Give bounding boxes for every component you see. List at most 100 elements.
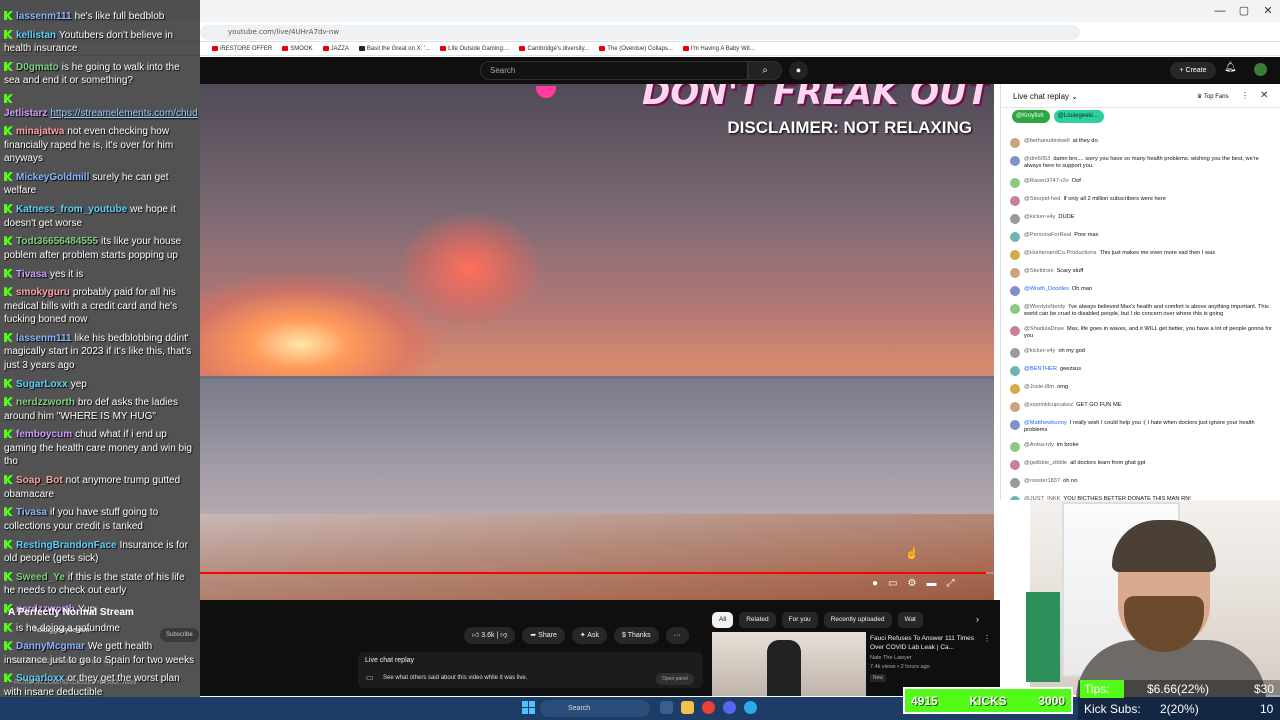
telegram-icon[interactable] [744,701,757,714]
description-snippet[interactable]: PATREON.COM/HOTDIGGEDYDEMO...more [14,680,136,686]
avatar[interactable] [1010,478,1020,488]
live-chat-mode-dropdown[interactable]: Live chat replay ⌄ [1013,92,1078,101]
chat-author[interactable]: @Josie-i8m [1024,384,1054,390]
autoplay-toggle-icon[interactable]: ● [872,578,878,589]
chip-watched[interactable]: Wat [897,612,923,628]
bookmark-item[interactable]: I'm Having A Baby Wit... [682,42,755,55]
chip-all[interactable]: All [712,612,734,628]
chat-message[interactable]: @Anlsa-rdy im broke [1010,438,1272,456]
chat-message[interactable]: @kicker-v4y DUDE [1010,210,1272,228]
chat-message[interactable]: @HuntenandCo.Productions This just makes … [1010,246,1272,264]
chat-message[interactable]: @ShadulaDraw Max, life goes in waves, and… [1010,322,1272,344]
chat-message[interactable]: @Matthewbunny I really wish I could help … [1010,416,1272,438]
chat-message[interactable]: @Josie-i8m omg [1010,380,1272,398]
more-actions-button[interactable]: ··· [665,627,689,644]
avatar[interactable] [1010,460,1020,470]
subscribe-button[interactable]: Subscribe [160,628,199,642]
close-icon[interactable]: ✕ [1260,90,1268,101]
bell-icon[interactable]: 🔔︎ [1224,62,1237,73]
avatar[interactable] [1010,384,1020,394]
tip-link[interactable]: https://streamelements.com/chudlogic/tip [50,108,198,119]
avatar[interactable] [1010,214,1020,224]
chat-message[interactable]: @bethanuttirdwell at they do. [1010,134,1272,152]
thanks-button[interactable]: $ Thanks [613,627,659,644]
chat-author[interactable]: @Matthewbunny [1024,420,1067,426]
avatar[interactable] [1010,250,1020,260]
chat-author[interactable]: @Stoopid-hed [1024,196,1060,202]
chat-author[interactable]: @kicker-v4y [1024,214,1055,220]
like-button[interactable]: 👍︎ 3.6k | 👎︎ [464,627,516,644]
chat-author[interactable]: @ShadulaDraw [1024,326,1064,332]
chat-message[interactable]: @rooster1837 oh no [1010,474,1272,492]
bookmark-item[interactable]: JAZZA [322,42,349,55]
chat-message[interactable]: @Raven3747-r2v Oof [1010,174,1272,192]
avatar[interactable] [1010,286,1020,296]
avatar[interactable] [1010,348,1020,358]
avatar[interactable] [1010,156,1020,166]
live-chat-messages[interactable]: @bethanuttirdwell at they do. @dm6053 damn … [1010,134,1272,500]
taskbar-search[interactable]: Search [540,700,650,717]
more-vert-icon[interactable]: ⋮ [1241,91,1249,100]
supporter-tag[interactable]: @Louiegeeki... [1053,110,1104,123]
search-icon[interactable]: ⌕ [748,61,782,80]
avatar[interactable] [1010,178,1020,188]
fullscreen-icon[interactable]: ⤢ [946,578,954,589]
supporter-tag[interactable]: @Kroyfish [1012,110,1050,123]
chat-author[interactable]: @BENTHER [1024,366,1057,372]
chat-author[interactable]: @kicker-v4y [1024,348,1055,354]
bookmark-item[interactable]: iRESTORE OFFER [212,42,272,55]
avatar[interactable] [1010,366,1020,376]
chip-for-you[interactable]: For you [781,612,818,628]
chat-message[interactable]: @Stoopid-hed If only all 2 million subscr… [1010,192,1272,210]
recommended-video-channel[interactable]: Nate The Lawyer [870,655,912,661]
chat-author[interactable]: @WordyisNerdy [1024,304,1065,310]
file-explorer-icon[interactable] [681,701,694,714]
windows-start-icon[interactable] [522,701,535,714]
bookmark-item[interactable]: The (Overdue) Collaps... [599,42,673,55]
share-button[interactable]: ➦ Share [522,627,565,644]
chat-message[interactable]: @Wrath_Doodles Oh man [1010,282,1272,300]
subtitles-icon[interactable]: ▭ [888,578,897,589]
bookmark-item[interactable]: Basil the Great on X: '... [358,42,430,55]
chat-author[interactable]: @ssprinklcupcakez [1024,402,1073,408]
channel-name[interactable]: hotdiggedydemon [34,627,90,634]
microphone-icon[interactable]: ● [789,61,808,80]
bookmark-item[interactable]: SMOOK [282,42,313,55]
avatar[interactable] [1010,268,1020,278]
maximize-button[interactable]: ▢ [1232,0,1256,22]
top-fans-button[interactable]: ♛ Top Fans [1197,93,1229,100]
open-panel-button[interactable]: Open panel [656,673,694,685]
create-button[interactable]: + Create [1170,62,1216,79]
chat-message[interactable]: @PersonaForReal Poor max [1010,228,1272,246]
avatar[interactable] [1010,232,1020,242]
avatar[interactable] [1010,420,1020,430]
chat-author[interactable]: @HuntenandCo.Productions [1024,250,1097,256]
ask-button[interactable]: ✦ Ask [571,627,607,644]
avatar[interactable] [1010,402,1020,412]
youtube-search-input[interactable]: Search [480,61,748,80]
task-view-icon[interactable] [660,701,673,714]
chip-related[interactable]: Related [739,612,776,628]
chat-message[interactable]: @dm6053 damn bro.... sorry you have so ma… [1010,152,1272,174]
avatar[interactable] [1010,196,1020,206]
chat-author[interactable]: @dm6053 [1024,156,1050,162]
avatar[interactable] [1010,326,1020,336]
bookmark-item[interactable]: Life Outside Gaming:... [440,42,509,55]
chat-message[interactable]: @kicker-v4y oh my god [1010,344,1272,362]
avatar[interactable] [1010,138,1020,148]
chevron-right-icon[interactable]: › [976,614,979,624]
avatar[interactable] [1010,442,1020,452]
chat-author[interactable]: @PersonaForReal [1024,232,1071,238]
chat-author[interactable]: @Skettironi [1024,268,1053,274]
chat-author[interactable]: @Wrath_Doodles [1024,286,1069,292]
settings-gear-icon[interactable]: ⚙ [908,578,917,589]
more-vert-icon[interactable]: ⋮ [983,634,991,643]
recommended-video-title[interactable]: Fauci Refuses To Answer 111 Times Over C… [870,634,980,652]
chat-author[interactable]: @gwlbble_zibble [1024,460,1067,466]
chat-author[interactable]: @Anlsa-rdy [1024,442,1054,448]
chrome-icon[interactable] [702,701,715,714]
chat-message[interactable]: @JUST_INKK YOU BICTHES BETTER DONATE THIS… [1010,492,1272,500]
chat-author[interactable]: @bethanuttirdwell [1024,138,1070,144]
chat-message[interactable]: @ssprinklcupcakez GET GO FUN ME [1010,398,1272,416]
chip-recently-uploaded[interactable]: Recently uploaded [823,612,892,628]
